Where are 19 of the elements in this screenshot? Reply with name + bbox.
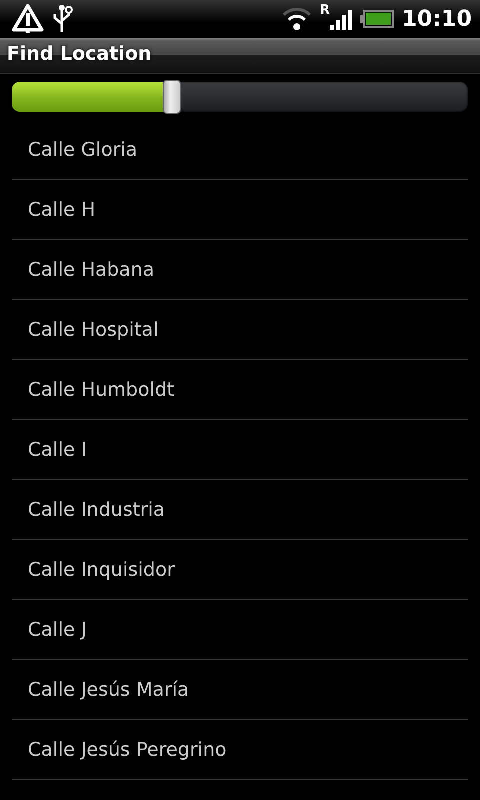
street-list-item[interactable]: Calle I bbox=[12, 420, 468, 480]
clock: 10:10 bbox=[402, 6, 472, 32]
street-list-item[interactable]: Calle Gloria bbox=[12, 120, 468, 180]
street-list-item[interactable]: Calle Industria bbox=[12, 480, 468, 540]
street-list-item[interactable]: Calle Jesús Peregrino bbox=[12, 720, 468, 780]
street-list-item[interactable]: Calle J bbox=[12, 600, 468, 660]
slider-thumb[interactable] bbox=[162, 80, 181, 114]
street-list-item[interactable]: Calle Inquisidor bbox=[12, 540, 468, 600]
street-list-item[interactable]: Calle Humboldt bbox=[12, 360, 468, 420]
wifi-icon bbox=[282, 7, 312, 31]
street-list-item[interactable]: Calle Hospital bbox=[12, 300, 468, 360]
usb-icon bbox=[52, 4, 74, 34]
warning-icon bbox=[12, 4, 44, 34]
street-list-item[interactable]: Calle H bbox=[12, 180, 468, 240]
battery-icon bbox=[360, 10, 394, 28]
street-list-item[interactable]: Calle Jesús María bbox=[12, 660, 468, 720]
slider-track[interactable] bbox=[12, 82, 468, 112]
street-list-item[interactable]: Calle Habana bbox=[12, 240, 468, 300]
screen-title: Find Location bbox=[7, 43, 152, 65]
